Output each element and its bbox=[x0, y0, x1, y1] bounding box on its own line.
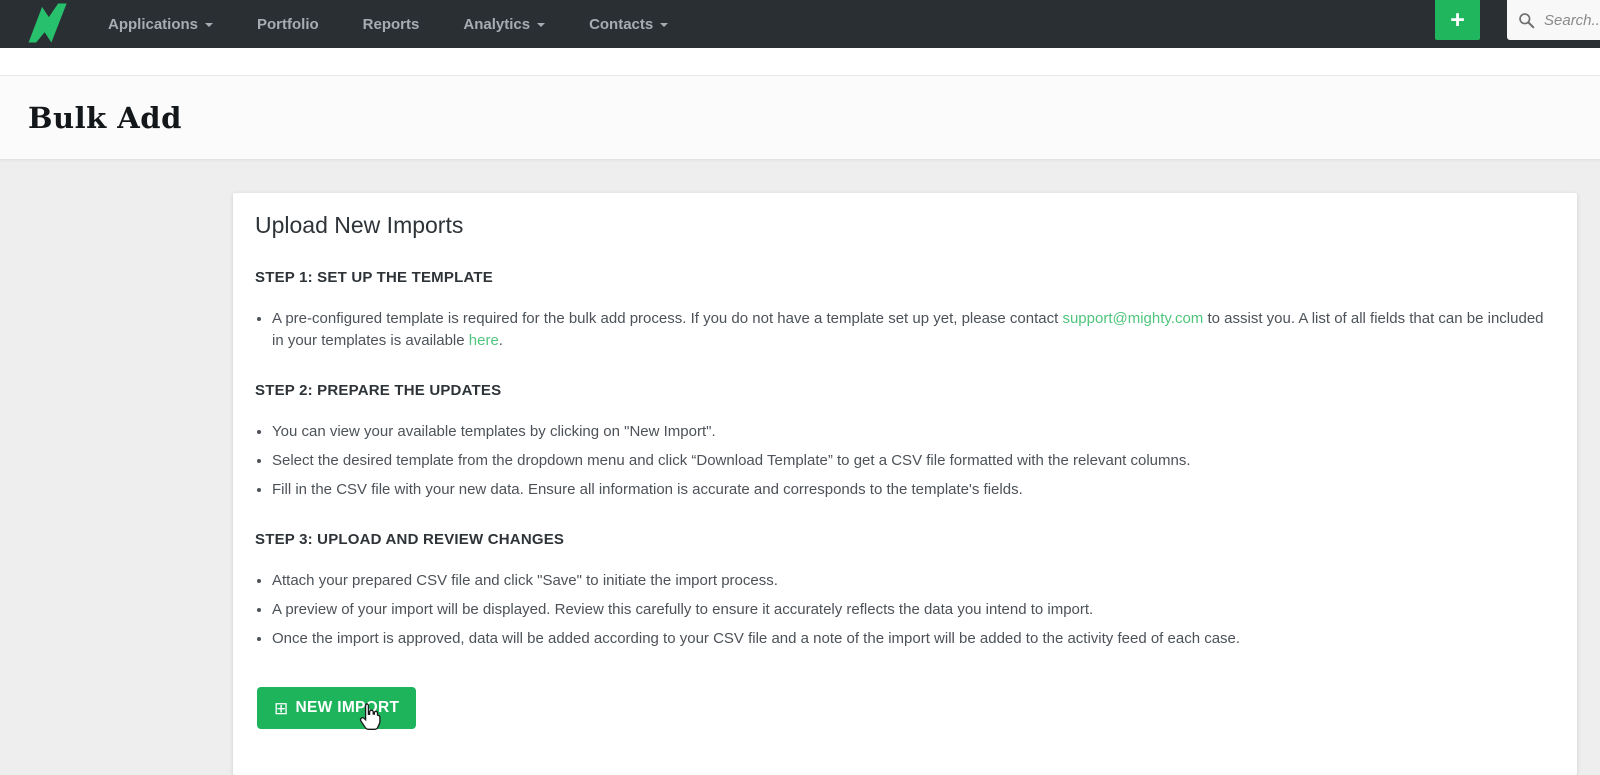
step-1-list: A pre-configured template is required fo… bbox=[255, 308, 1551, 352]
search-icon bbox=[1519, 12, 1535, 28]
nav-item-label: Portfolio bbox=[257, 15, 319, 33]
search-input[interactable] bbox=[1542, 10, 1600, 30]
page-title: Bulk Add bbox=[28, 100, 182, 135]
card-title: Upload New Imports bbox=[255, 212, 464, 238]
step-3-list: Attach your prepared CSV file and click … bbox=[255, 570, 1551, 650]
list-item: You can view your available templates by… bbox=[272, 421, 1551, 443]
list-item: Select the desired template from the dro… bbox=[272, 450, 1551, 472]
nav-item-reports[interactable]: Reports bbox=[363, 16, 420, 33]
step-2-heading: STEP 2: PREPARE THE UPDATES bbox=[255, 382, 502, 399]
nav-menu: Applications Portfolio Reports Analytics… bbox=[108, 15, 669, 33]
nav-item-portfolio[interactable]: Portfolio bbox=[257, 16, 319, 33]
sub-navbar-strip bbox=[0, 48, 1600, 76]
support-email-link[interactable]: support@mighty.com bbox=[1062, 310, 1203, 327]
bullet-text: . bbox=[498, 332, 503, 349]
bullet-text: A pre-configured template is required fo… bbox=[272, 310, 1063, 327]
chevron-down-icon bbox=[660, 23, 669, 27]
chevron-down-icon bbox=[537, 23, 546, 27]
here-link[interactable]: here bbox=[469, 332, 499, 349]
step-2-list: You can view your available templates by… bbox=[255, 421, 1551, 501]
new-import-button[interactable]: ⊞ NEW IMPORT bbox=[257, 687, 417, 729]
nav-item-label: Contacts bbox=[589, 15, 654, 33]
page-header: Bulk Add bbox=[0, 76, 1600, 160]
list-item: A preview of your import will be display… bbox=[272, 599, 1551, 621]
navbar-right-group: + bbox=[1435, 0, 1600, 48]
nav-item-label: Reports bbox=[362, 15, 420, 33]
list-item: Attach your prepared CSV file and click … bbox=[272, 570, 1551, 592]
chevron-down-icon bbox=[205, 23, 214, 27]
nav-item-applications[interactable]: Applications bbox=[108, 15, 214, 33]
new-import-button-label: NEW IMPORT bbox=[295, 699, 400, 716]
main-content: Upload New Imports STEP 1: SET UP THE TE… bbox=[0, 160, 1600, 775]
search-box[interactable] bbox=[1507, 0, 1600, 40]
step-3-heading: STEP 3: UPLOAD AND REVIEW CHANGES bbox=[255, 531, 565, 548]
step-1-heading: STEP 1: SET UP THE TEMPLATE bbox=[255, 269, 493, 286]
plus-square-icon: ⊞ bbox=[274, 699, 289, 718]
list-item: A pre-configured template is required fo… bbox=[272, 308, 1551, 352]
list-item: Once the import is approved, data will b… bbox=[272, 628, 1551, 650]
add-new-button[interactable]: + bbox=[1435, 0, 1480, 40]
mighty-bolt-logo-icon bbox=[28, 3, 67, 43]
nav-item-contacts[interactable]: Contacts bbox=[589, 15, 669, 33]
top-navbar: Applications Portfolio Reports Analytics… bbox=[0, 0, 1600, 48]
nav-item-label: Applications bbox=[108, 15, 199, 33]
list-item: Fill in the CSV file with your new data.… bbox=[272, 479, 1551, 501]
upload-imports-card: Upload New Imports STEP 1: SET UP THE TE… bbox=[233, 193, 1577, 775]
nav-item-label: Analytics bbox=[463, 15, 531, 33]
nav-item-analytics[interactable]: Analytics bbox=[463, 15, 546, 33]
mighty-logo[interactable] bbox=[26, 0, 70, 46]
